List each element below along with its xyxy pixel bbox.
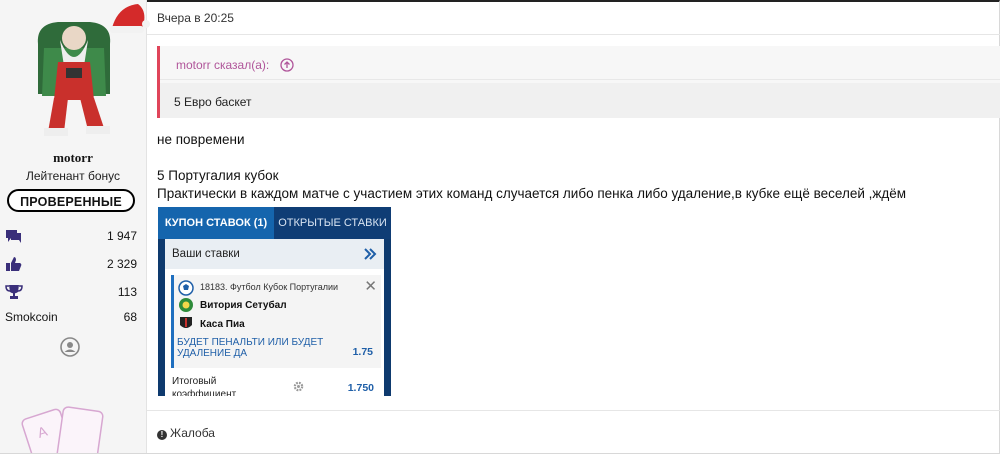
stat-likes: 2 329	[5, 256, 137, 272]
message-line: Практически в каждом матче с участием эт…	[157, 186, 907, 201]
alert-circle-icon: !	[157, 430, 167, 440]
tab-coupon: КУПОН СТАВОК (1)	[158, 207, 274, 239]
stat-trophies: 113	[5, 284, 137, 300]
bet-league: 18183. Футбол Кубок Португалии	[200, 282, 339, 292]
team-away: Каса Пиа	[200, 319, 245, 330]
your-bets-label: Ваши ставки	[172, 248, 240, 260]
playing-cards-icon: A	[21, 406, 104, 453]
user-sidebar: motorr Лейтенант бонус ПРОВЕРЕННЫЕ 1 947…	[0, 0, 150, 453]
your-bets-header: Ваши ставки	[165, 239, 384, 269]
user-title: Лейтенант бонус	[25, 169, 121, 183]
close-icon: ✕	[364, 278, 377, 295]
quote-divider	[160, 79, 1000, 80]
bet-card: 18183. Футбол Кубок Португалии ✕ Витория…	[171, 275, 381, 368]
santa-hat-icon	[110, 4, 150, 33]
smokecoin-count: 68	[123, 310, 137, 324]
message-line: не повремени	[157, 132, 245, 147]
report-link[interactable]: ! Жалоба	[157, 426, 215, 440]
messages-icon	[6, 230, 21, 243]
divider	[147, 410, 1000, 411]
arrow-up-circle-icon[interactable]	[280, 58, 294, 72]
total-odds-value: 1.750	[347, 382, 374, 394]
stat-messages: 1 947	[5, 228, 137, 244]
verified-badge: ПРОВЕРЕННЫЕ	[7, 189, 135, 212]
likes-count: 2 329	[106, 257, 137, 271]
bet-coupon-image[interactable]: КУПОН СТАВОК (1) ОТКРЫТЫЕ СТАВКИ Ваши ст…	[158, 207, 391, 396]
username[interactable]: motorr	[0, 150, 146, 166]
message-line: 5 Португалия кубок	[157, 168, 279, 183]
total-odds-label: Итоговый коэффициент	[172, 376, 237, 396]
post-date[interactable]: Вчера в 20:25	[157, 11, 234, 25]
trophies-count: 113	[117, 285, 137, 299]
report-label: Жалоба	[170, 426, 215, 440]
divider	[147, 34, 1000, 35]
smokecoin-label: Smokcoin	[5, 310, 58, 324]
messages-count: 1 947	[106, 229, 137, 243]
thumbs-up-icon	[6, 257, 22, 271]
user-circle-icon[interactable]	[60, 337, 80, 357]
team-home: Витория Сетубал	[200, 300, 287, 311]
bet-market: БУДЕТ ПЕНАЛЬТИ ИЛИ БУДЕТ УДАЛЕНИЕ ДА	[177, 337, 324, 359]
team-logo-icon	[180, 317, 192, 328]
stat-smokecoin: Smokcoin 68	[5, 309, 137, 325]
coupon-body: Ваши ставки 18183. Футбол Кубок Португал…	[165, 239, 384, 396]
trophy-icon	[5, 285, 23, 299]
quote-body: 5 Евро баскет	[160, 83, 1000, 118]
gear-icon	[293, 381, 304, 392]
bet-odds: 1.75	[352, 346, 373, 358]
quote-author[interactable]: motorr сказал(а):	[176, 58, 269, 72]
football-icon	[178, 280, 194, 296]
tab-open-bets: ОТКРЫТЫЕ СТАВКИ	[274, 207, 391, 239]
double-chevron-right-icon	[364, 248, 377, 260]
quote-block: motorr сказал(а): 5 Евро баскет	[157, 46, 1000, 118]
team-logo-icon	[179, 298, 193, 312]
quote-text: 5 Евро баскет	[174, 95, 252, 109]
